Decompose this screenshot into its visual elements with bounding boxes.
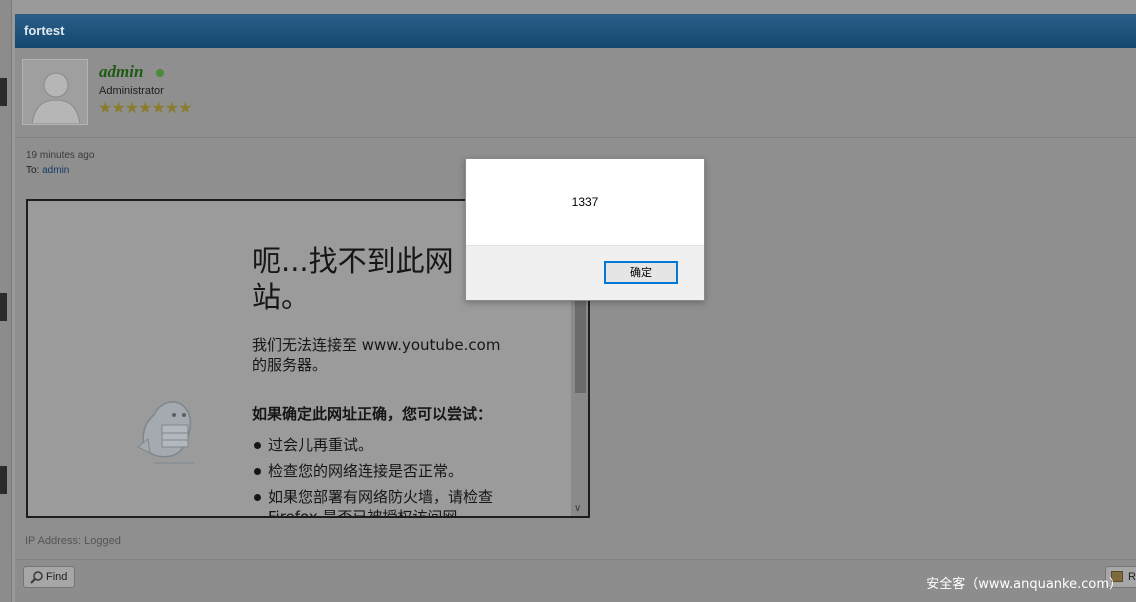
avatar[interactable] <box>22 59 88 125</box>
alert-dialog: 1337 确定 <box>465 158 705 301</box>
ip-value: Logged <box>84 535 121 547</box>
left-edge-tab[interactable] <box>0 466 7 494</box>
ip-address: IP Address: Logged <box>25 535 121 547</box>
watermark: 安全客（www.anquanke.com） <box>926 577 1122 592</box>
recipient-link[interactable]: admin <box>42 165 69 176</box>
chevron-down-icon[interactable]: ∨ <box>574 503 581 514</box>
find-button[interactable]: Find <box>23 566 75 588</box>
post-recipient: To: admin <box>26 165 69 176</box>
user-silhouette-icon <box>31 72 81 124</box>
reply-button-label: R <box>1128 571 1136 583</box>
scrollbar-thumb[interactable] <box>575 301 586 393</box>
search-icon <box>30 571 43 584</box>
find-button-label: Find <box>46 571 68 583</box>
list-item: 检查您的网络连接是否正常。 <box>252 461 512 481</box>
post-panel: fortest admin Administrator ★★★★★★★ 19 m… <box>15 14 1136 602</box>
left-edge-tab[interactable] <box>0 78 7 106</box>
ip-label: IP Address: <box>25 535 82 547</box>
error-subtitle: 如果确定此网址正确，您可以尝试： <box>252 405 493 423</box>
dinosaur-mascot-icon <box>137 401 194 464</box>
left-edge-tab[interactable] <box>0 293 7 321</box>
author-name[interactable]: admin <box>99 62 143 82</box>
rank-stars-icon: ★★★★★★★ <box>98 98 192 117</box>
ok-button[interactable]: 确定 <box>604 261 678 284</box>
list-item: 过会儿再重试。 <box>252 435 512 455</box>
online-status-icon <box>156 69 164 77</box>
thread-title: fortest <box>15 14 1136 48</box>
author-block: admin Administrator ★★★★★★★ <box>15 48 1136 138</box>
author-role: Administrator <box>99 85 164 97</box>
recipient-label: To: <box>26 165 40 176</box>
alert-footer: 确定 <box>466 245 704 300</box>
error-tips-list: 过会儿再重试。 检查您的网络连接是否正常。 如果您部署有网络防火墙，请检查 Fi… <box>252 435 512 516</box>
post-time: 19 minutes ago <box>26 150 95 161</box>
alert-message: 1337 <box>571 195 599 209</box>
list-item: 如果您部署有网络防火墙，请检查 Firefox 是否已被授权访问网 <box>252 487 512 516</box>
error-description: 我们无法连接至 www.youtube.com 的服务器。 <box>252 336 501 374</box>
left-edge-strip <box>0 0 12 602</box>
error-title: 呃...找不到此网站。 <box>252 244 454 314</box>
